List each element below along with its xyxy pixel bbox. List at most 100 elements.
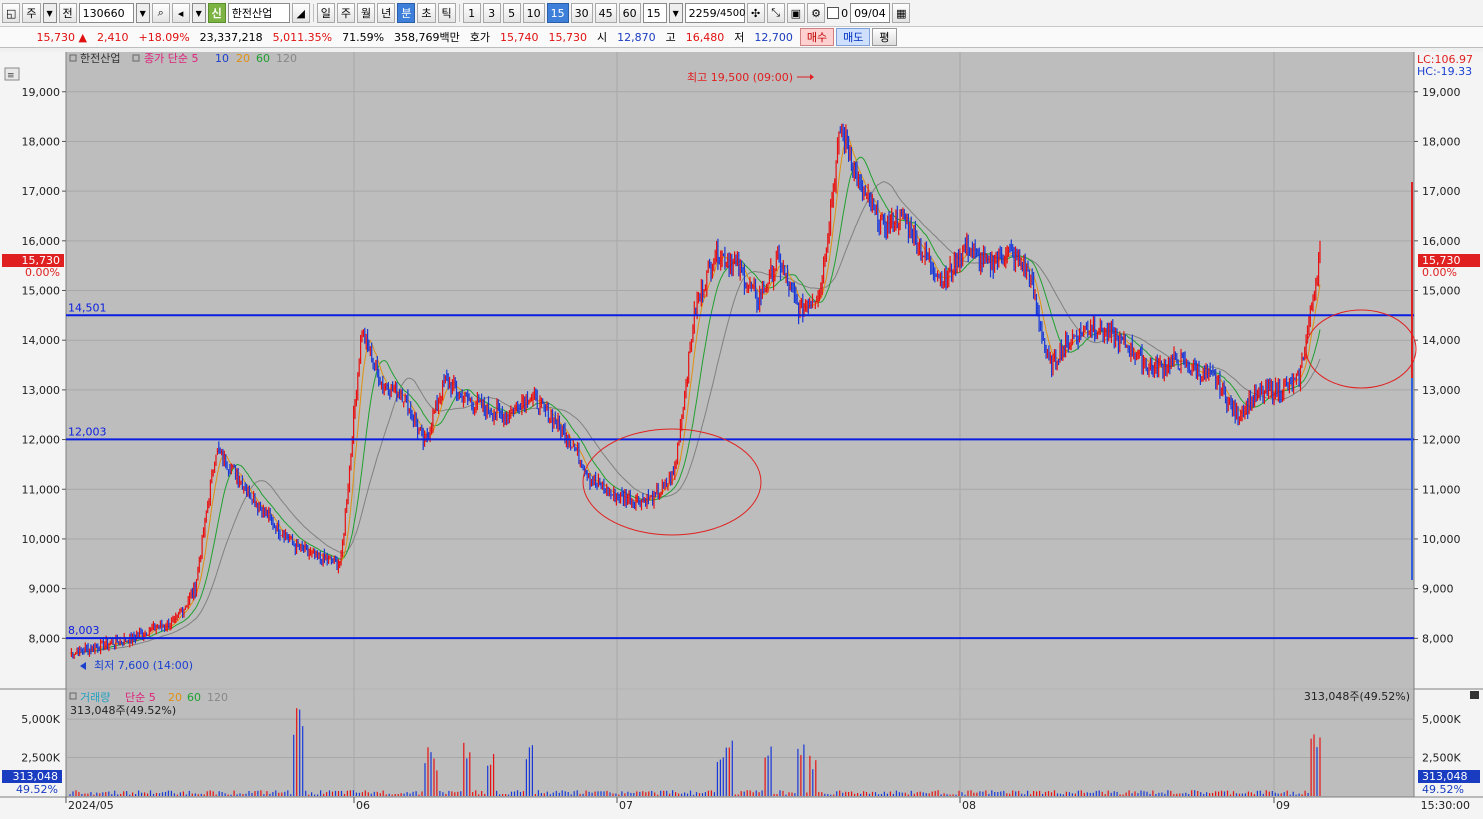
market-select[interactable]: 주 <box>22 3 41 23</box>
level-label: 12,003 <box>68 425 107 438</box>
search-icon[interactable]: ⌕ <box>151 3 170 23</box>
volume-pct: 5,011.35% <box>272 30 333 44</box>
chart-svg[interactable]: 19,000 19,000 18,000 18,000 17,000 17,000 16,0… <box>0 48 1483 819</box>
ask2-value: 15,730 <box>548 30 588 44</box>
high-value: 16,480 <box>685 30 725 44</box>
new-badge: 신 <box>207 3 226 23</box>
legend-stock-name: 한전산업 <box>80 52 120 65</box>
current-price: 15,730 ▲ <box>0 31 92 44</box>
low-label: 저 <box>734 31 745 44</box>
low-annotation: 최저 7,600 (14:00) <box>94 659 193 672</box>
y-tick-label-left: 19,000 <box>22 86 61 99</box>
sound-dropdown-icon[interactable]: ▼ <box>191 3 206 23</box>
gear-icon[interactable]: ⚙ <box>807 3 826 23</box>
avg-button[interactable]: 평 <box>872 28 897 46</box>
quote-bar: 15,730 ▲ 2,410 +18.09% 23,337,218 5,011.… <box>0 27 1483 48</box>
open-label: 시 <box>597 31 608 44</box>
volume-value: 23,337,218 <box>199 30 263 44</box>
chart-toolbar: ◱ 주 ▼ 전 130660 ▼ ⌕ ◂ ▼ 신 한전산업 ◢ 일 주 월 년 … <box>0 0 1483 27</box>
change-value: 2,410 <box>97 30 129 44</box>
count-input[interactable]: 2259/4500 <box>684 3 746 23</box>
minute-5-button[interactable]: 5 <box>502 3 521 23</box>
count-total: /4500 <box>716 7 746 19</box>
period-second-button[interactable]: 초 <box>417 3 436 23</box>
right-volume-tag-text: 313,048 <box>1422 770 1468 783</box>
minute-60-button[interactable]: 60 <box>618 3 641 23</box>
volume-last-left: 313,048주(49.52%) <box>70 704 176 717</box>
sound-icon[interactable]: ◂ <box>171 3 190 23</box>
period-tick-button[interactable]: 틱 <box>437 3 456 23</box>
period-minute-button[interactable]: 분 <box>397 3 416 23</box>
price-value: 15,730 <box>36 30 76 44</box>
legend-vol-ma5: 단순 5 <box>125 691 156 704</box>
minute-15-button[interactable]: 15 <box>546 3 569 23</box>
layout-icon[interactable]: ◱ <box>2 3 21 23</box>
minute-45-button[interactable]: 45 <box>594 3 617 23</box>
y-tick-label-left: 18,000 <box>22 135 61 148</box>
legend-ma20: 20 <box>236 52 250 65</box>
prev-button[interactable]: 전 <box>58 3 77 23</box>
period-week-button[interactable]: 주 <box>336 3 356 23</box>
period-month-button[interactable]: 월 <box>357 3 376 23</box>
legend-ma10: 10 <box>215 52 229 65</box>
minute-30-button[interactable]: 30 <box>570 3 593 23</box>
low-value: 12,700 <box>754 30 793 44</box>
hc-label: HC:-19.33 <box>1417 65 1472 78</box>
y-tick-label-right: 12,000 <box>1422 434 1461 447</box>
buy-button[interactable]: 매수 <box>799 28 835 46</box>
chevron-down-icon[interactable]: ▼ <box>42 3 57 23</box>
y-tick-label-right: 19,000 <box>1422 86 1461 99</box>
y-tick-label-left: 13,000 <box>22 384 61 397</box>
y-tick-label-left: 16,000 <box>22 235 61 248</box>
y-tick-label-right: 14,000 <box>1422 334 1461 347</box>
y-tick-label-right: 8,000 <box>1422 632 1454 645</box>
legend-ma5: 종가 단순 5 <box>144 52 198 65</box>
minute-10-button[interactable]: 10 <box>522 3 545 23</box>
y-tick-label-left: 14,000 <box>22 334 61 347</box>
x-tick-label: 07 <box>619 799 633 812</box>
y-tick-label-right: 15,000 <box>1422 285 1461 298</box>
legend-vol-ma60: 60 <box>187 691 201 704</box>
left-volume-pct: 49.52% <box>16 783 58 796</box>
vol-tick-label-left: 2,500K <box>21 752 60 765</box>
date-checkbox[interactable] <box>827 7 840 19</box>
y-tick-label-left: 8,000 <box>29 632 61 645</box>
y-tick-label-left: 11,000 <box>22 483 61 496</box>
date-input[interactable]: 09/04 <box>850 3 891 23</box>
crosshair-icon[interactable]: ✣ <box>746 3 765 23</box>
y-tick-label-right: 10,000 <box>1422 533 1461 546</box>
legend-vol-ma120: 120 <box>207 691 228 704</box>
sell-button[interactable]: 매도 <box>836 28 871 46</box>
code-dropdown-icon[interactable]: ▼ <box>135 3 150 23</box>
y-tick-label-right: 16,000 <box>1422 235 1461 248</box>
minute-dropdown-icon[interactable]: ▼ <box>668 3 683 23</box>
change-pct: +18.09% <box>138 30 190 44</box>
code-input[interactable]: 130660 <box>78 3 134 23</box>
x-tick-label: 08 <box>962 799 976 812</box>
left-volume-tag-text: 313,048 <box>13 770 59 783</box>
stock-name-field[interactable]: 한전산업 <box>227 3 290 23</box>
draw-tool-icon[interactable]: ⤡ <box>766 3 785 23</box>
y-tick-label-right: 9,000 <box>1422 583 1454 596</box>
high-annotation: 최고 19,500 (09:00) <box>687 71 793 84</box>
legend-ma60: 60 <box>256 52 270 65</box>
minute-3-button[interactable]: 3 <box>482 3 501 23</box>
y-tick-label-right: 11,000 <box>1422 483 1461 496</box>
volume-collapse-icon[interactable] <box>1470 691 1479 699</box>
stock-menu-icon[interactable]: ◢ <box>291 3 310 23</box>
calendar-icon[interactable]: ▦ <box>892 3 911 23</box>
period-year-button[interactable]: 년 <box>377 3 396 23</box>
y-tick-label-right: 18,000 <box>1422 135 1461 148</box>
x-tick-label: 2024/05 <box>68 799 114 812</box>
turnover-value: 71.59% <box>342 30 385 44</box>
x-axis-time: 15:30:00 <box>1421 799 1470 812</box>
ask1-value: 15,740 <box>500 30 539 44</box>
minute-value-input[interactable]: 15 <box>642 3 667 23</box>
vol-tick-label-left: 5,000K <box>21 713 60 726</box>
save-icon[interactable]: ▣ <box>786 3 806 23</box>
svg-text:≡: ≡ <box>7 71 15 81</box>
y-tick-label-left: 15,000 <box>22 285 61 298</box>
minute-1-button[interactable]: 1 <box>462 3 481 23</box>
period-day-button[interactable]: 일 <box>316 3 335 23</box>
y-tick-label-left: 9,000 <box>29 583 61 596</box>
